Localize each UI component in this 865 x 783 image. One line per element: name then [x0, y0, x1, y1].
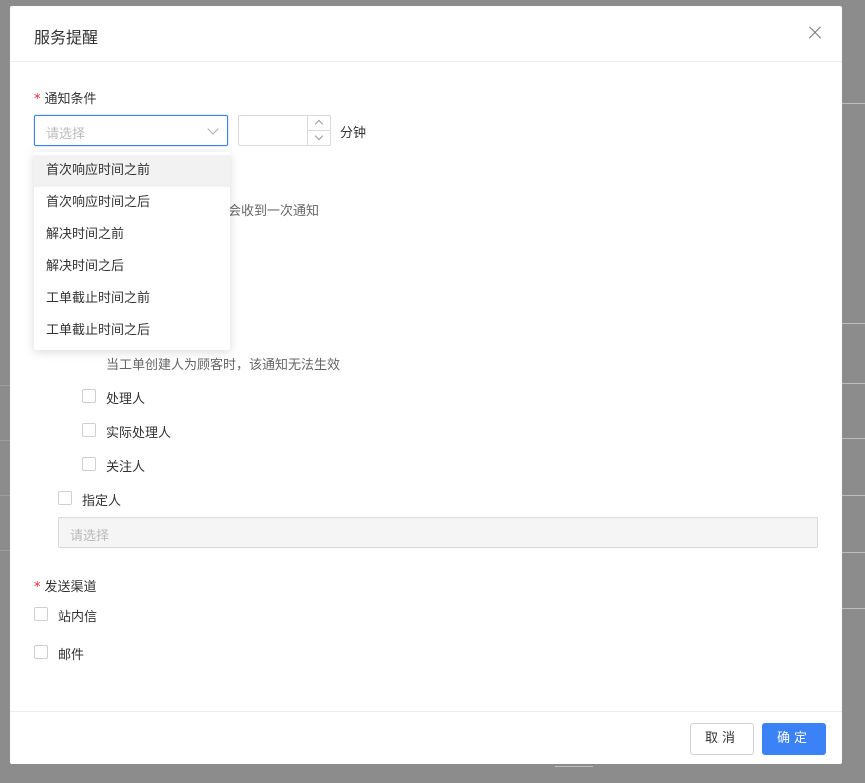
decrement-button[interactable]	[308, 131, 330, 145]
close-icon[interactable]	[805, 23, 825, 43]
increment-button[interactable]	[308, 116, 330, 131]
background-divider	[842, 383, 865, 384]
condition-select-placeholder: 请选择	[46, 127, 86, 142]
follower-label: 关注人	[106, 460, 146, 475]
designated-select: 请选择	[58, 517, 818, 548]
minutes-input[interactable]	[238, 115, 331, 146]
background-divider	[842, 552, 865, 553]
dropdown-option[interactable]: 工单截止时间之前	[34, 283, 230, 315]
dialog-footer: 取消 确定	[10, 711, 842, 765]
customer-hint: 当工单创建人为顾客时，该通知无法生效	[106, 358, 341, 373]
channel-label-text: 发送渠道	[44, 580, 97, 595]
site-message-label: 站内信	[58, 610, 98, 625]
follower-checkbox[interactable]	[82, 457, 96, 471]
minutes-stepper	[307, 116, 330, 145]
condition-hint: 会收到一次通知	[228, 204, 320, 219]
dialog-header: 服务提醒	[10, 6, 842, 62]
chevron-up-icon	[314, 119, 324, 129]
designated-label: 指定人	[82, 494, 122, 509]
designated-checkbox[interactable]	[58, 491, 72, 505]
dropdown-option[interactable]: 解决时间之后	[34, 251, 230, 283]
dropdown-option[interactable]: 工单截止时间之后	[34, 315, 230, 347]
condition-label: * 通知条件	[34, 88, 97, 107]
service-reminder-dialog: 服务提醒 * 通知条件 请选择 分钟 会收到一次通知 当工单创建人为顾客时，该通知…	[10, 6, 842, 764]
condition-select[interactable]: 请选择	[34, 115, 228, 146]
email-checkbox[interactable]	[34, 645, 48, 659]
chevron-down-icon	[314, 131, 324, 141]
cancel-button[interactable]: 取消	[690, 723, 754, 755]
actual-handler-checkbox[interactable]	[82, 423, 96, 437]
chevron-down-icon	[207, 123, 219, 135]
handler-checkbox[interactable]	[82, 389, 96, 403]
background-divider	[842, 323, 865, 324]
required-mark: *	[34, 580, 41, 595]
condition-dropdown: 首次响应时间之前 首次响应时间之后 解决时间之前 解决时间之后 工单截止时间之前…	[34, 152, 230, 350]
condition-label-text: 通知条件	[44, 92, 97, 107]
channel-label: * 发送渠道	[34, 576, 97, 595]
designated-select-placeholder: 请选择	[70, 529, 110, 544]
minutes-unit: 分钟	[340, 126, 367, 141]
background-page-edge	[0, 320, 10, 560]
confirm-button[interactable]: 确定	[762, 723, 826, 755]
background-tab	[555, 766, 593, 783]
required-mark: *	[34, 92, 41, 107]
dropdown-option[interactable]: 首次响应时间之前	[34, 155, 230, 187]
dropdown-option[interactable]: 首次响应时间之后	[34, 187, 230, 219]
handler-label: 处理人	[106, 392, 146, 407]
dialog-title: 服务提醒	[34, 28, 99, 47]
dropdown-option[interactable]: 解决时间之前	[34, 219, 230, 251]
background-divider	[842, 438, 865, 439]
actual-handler-label: 实际处理人	[106, 426, 172, 441]
background-divider	[842, 608, 865, 609]
background-divider	[842, 495, 865, 496]
site-message-checkbox[interactable]	[34, 607, 48, 621]
background-divider	[842, 103, 865, 104]
email-label: 邮件	[58, 648, 85, 663]
